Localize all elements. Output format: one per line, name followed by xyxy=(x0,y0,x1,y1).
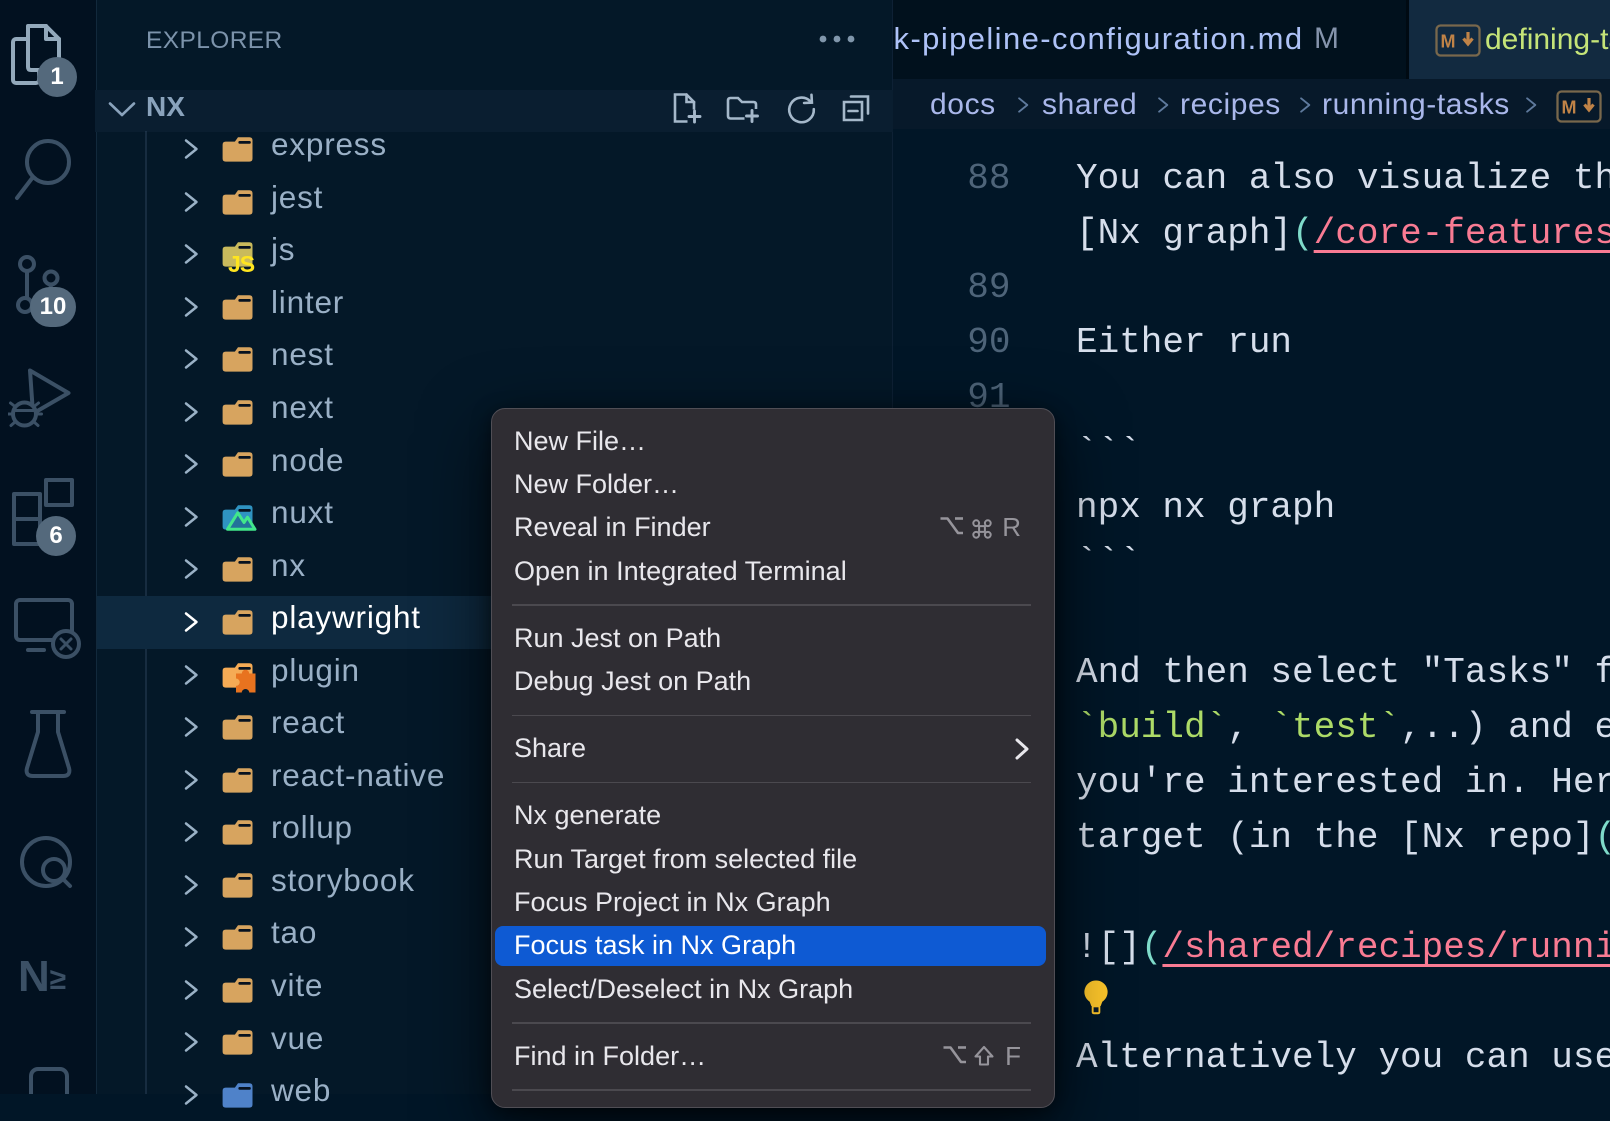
svg-text:JS: JS xyxy=(228,251,255,274)
svg-text:M: M xyxy=(1562,98,1577,118)
svg-text:M: M xyxy=(1441,32,1456,52)
